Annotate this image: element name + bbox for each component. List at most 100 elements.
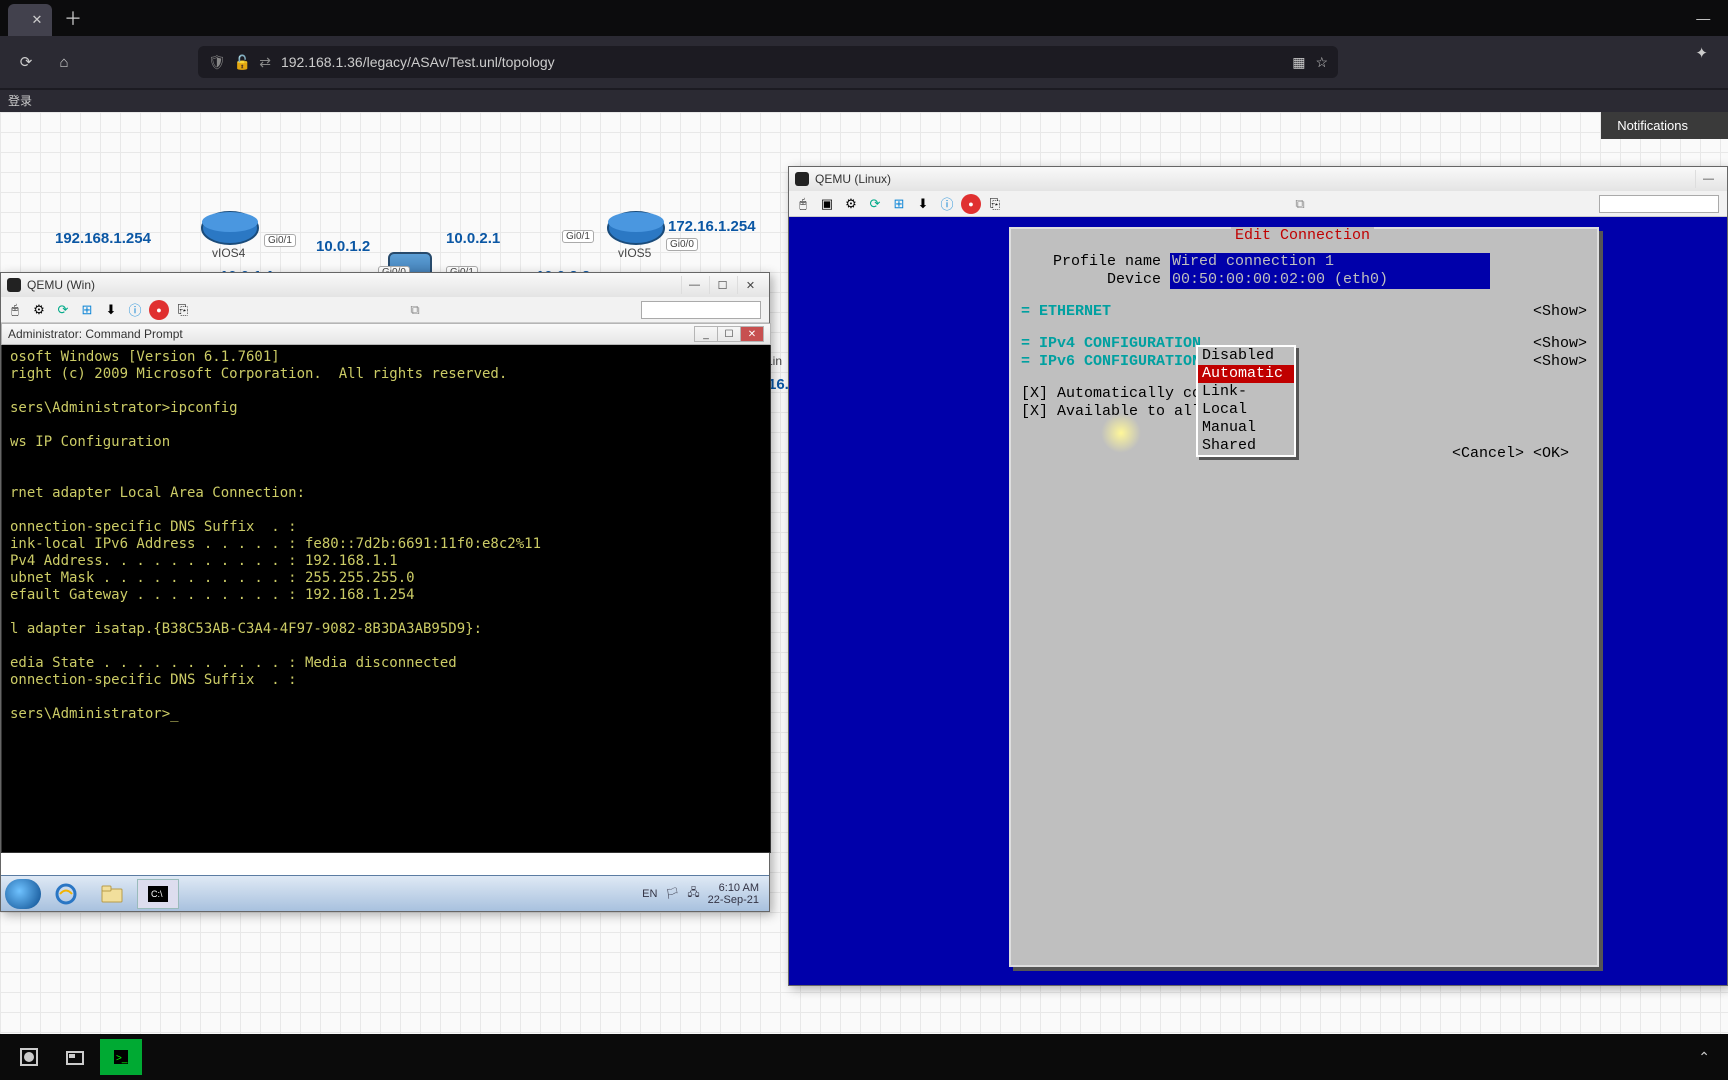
tray-date: 22-Sep-21	[708, 894, 759, 906]
explorer-icon[interactable]	[91, 879, 133, 909]
stop-icon[interactable]: ●	[149, 300, 169, 320]
lang-indicator[interactable]: EN	[642, 888, 657, 900]
topology-canvas[interactable]: Notifications 192.168.1.254 10.0.1.2 10.…	[0, 112, 1728, 1034]
show-toggle[interactable]: <Show>	[1533, 335, 1587, 353]
mouse-icon[interactable]: 🖰	[793, 194, 813, 214]
browser-tab[interactable]: ✕	[8, 4, 52, 36]
cmd-output[interactable]: osoft Windows [Version 6.1.7601] right (…	[1, 345, 771, 853]
qemu-linux-titlebar[interactable]: QEMU (Linux) —	[789, 167, 1727, 191]
door-icon[interactable]: ⎘	[985, 194, 1005, 214]
bookmark-star-icon[interactable]: ☆	[1315, 54, 1328, 71]
device-label: Device	[1021, 271, 1161, 289]
info-icon[interactable]: ⓘ	[125, 300, 145, 320]
settings-icon[interactable]: ⚙	[841, 194, 861, 214]
toolbar-search-input[interactable]	[641, 301, 761, 319]
bookmark-item[interactable]: 登录	[8, 94, 32, 108]
settings-icon[interactable]: ⚙	[29, 300, 49, 320]
cmd-maximize-button[interactable]: ☐	[717, 326, 741, 342]
close-button[interactable]: ✕	[737, 276, 763, 294]
os-taskbar[interactable]: >_ ⌃	[0, 1034, 1728, 1080]
maximize-button[interactable]: ☐	[709, 276, 735, 294]
router-node[interactable]	[200, 208, 260, 248]
device-input[interactable]: 00:50:00:00:02:00 (eth0)	[1170, 271, 1490, 289]
linux-terminal[interactable]: Edit Connection Profile name Wired conne…	[789, 217, 1727, 985]
ipv6-section[interactable]: = IPv6 CONFIGURATION	[1021, 353, 1201, 370]
dropdown-option-disabled[interactable]: Disabled	[1198, 347, 1294, 365]
door-icon[interactable]: ⎘	[173, 300, 193, 320]
qemu-linux-window[interactable]: QEMU (Linux) — 🖰 ▣ ⚙ ⟳ ⊞ ⬇ ⓘ ● ⎘ ⧉ Edit …	[788, 166, 1728, 986]
dropdown-option-linklocal[interactable]: Link-Local	[1198, 383, 1294, 419]
ok-button[interactable]: <OK>	[1533, 445, 1569, 462]
gear-icon[interactable]: 🖰	[5, 300, 25, 320]
tray-flag-icon[interactable]: 🏳	[665, 887, 679, 900]
windows-icon[interactable]: ⊞	[77, 300, 97, 320]
toggle-icon: ⇄	[259, 54, 271, 71]
download-icon[interactable]: ⬇	[101, 300, 121, 320]
qemu-win-titlebar[interactable]: QEMU (Win) — ☐ ✕	[1, 273, 769, 297]
qemu-linux-toolbar: 🖰 ▣ ⚙ ⟳ ⊞ ⬇ ⓘ ● ⎘ ⧉	[789, 191, 1727, 217]
profile-name-input[interactable]: Wired connection 1	[1170, 253, 1490, 271]
home-icon[interactable]: ⌂	[50, 48, 78, 76]
dropdown-option-shared[interactable]: Shared	[1198, 437, 1294, 455]
node-label: vIOS5	[618, 246, 651, 260]
browser-address-bar: ⟳ ⌂ 🛡 🔓 ⇄ 192.168.1.36/legacy/ASAv/Test.…	[0, 36, 1728, 88]
cmd-titlebar[interactable]: Administrator: Command Prompt _ ☐ ✕	[1, 323, 771, 345]
dropdown-option-automatic[interactable]: Automatic	[1198, 365, 1294, 383]
windows-taskbar[interactable]: C:\ EN 🏳 🖧 6:10 AM 22-Sep-21	[1, 875, 769, 911]
restore-icon[interactable]: ⧉	[1295, 196, 1308, 212]
cmd-window[interactable]: Administrator: Command Prompt _ ☐ ✕ osof…	[1, 323, 771, 853]
svg-text:C:\: C:\	[151, 889, 163, 899]
fit-icon[interactable]: ▣	[817, 194, 837, 214]
os-app-2[interactable]	[54, 1039, 96, 1075]
windows-icon[interactable]: ⊞	[889, 194, 909, 214]
ip-label: 16.	[768, 376, 789, 393]
cmd-minimize-button[interactable]: _	[694, 326, 718, 342]
iface-label: Gi0/1	[264, 234, 296, 247]
notifications-button[interactable]: Notifications	[1601, 112, 1728, 139]
minimize-button[interactable]: —	[681, 276, 707, 294]
ethernet-section[interactable]: = ETHERNET	[1021, 303, 1111, 320]
dropdown-option-manual[interactable]: Manual	[1198, 419, 1294, 437]
restore-icon[interactable]: ⧉	[410, 302, 423, 318]
qemu-toolbar: 🖰 ⚙ ⟳ ⊞ ⬇ ⓘ ● ⎘ ⧉	[1, 297, 769, 323]
show-toggle[interactable]: <Show>	[1533, 303, 1587, 321]
reload-icon[interactable]: ⟳	[12, 48, 40, 76]
cmd-title: Administrator: Command Prompt	[8, 327, 183, 341]
browser-tab-bar: ✕ ＋ —	[0, 0, 1728, 36]
ipv4-section[interactable]: = IPv4 CONFIGURATION	[1021, 335, 1201, 352]
ip-label: 10.0.1.2	[316, 238, 370, 255]
info-icon[interactable]: ⓘ	[937, 194, 957, 214]
cancel-button[interactable]: <Cancel>	[1452, 445, 1524, 462]
ipv4-mode-dropdown[interactable]: Disabled Automatic Link-Local Manual Sha…	[1196, 345, 1296, 457]
expand-arrow-icon[interactable]: ⌃	[1698, 1049, 1720, 1066]
refresh-icon[interactable]: ⟳	[865, 194, 885, 214]
download-icon[interactable]: ⬇	[913, 194, 933, 214]
start-button[interactable]	[5, 879, 41, 909]
tab-close-icon[interactable]: ✕	[30, 13, 44, 27]
extension-icon[interactable]: ✦	[1695, 44, 1708, 62]
toolbar-search-input[interactable]	[1599, 195, 1719, 213]
qemu-icon	[7, 278, 21, 292]
refresh-icon[interactable]: ⟳	[53, 300, 73, 320]
ip-label: 172.16.1.254	[668, 218, 756, 235]
qemu-win-window[interactable]: QEMU (Win) — ☐ ✕ 🖰 ⚙ ⟳ ⊞ ⬇ ⓘ ● ⎘ ⧉ Admin…	[0, 272, 770, 912]
url-input[interactable]: 🛡 🔓 ⇄ 192.168.1.36/legacy/ASAv/Test.unl/…	[198, 46, 1338, 78]
os-app-3-active[interactable]: >_	[100, 1039, 142, 1075]
tray-network-icon[interactable]: 🖧	[687, 884, 699, 903]
system-clock[interactable]: 6:10 AM 22-Sep-21	[708, 882, 759, 906]
new-tab-button[interactable]: ＋	[64, 5, 82, 31]
minimize-button[interactable]: —	[1695, 170, 1721, 188]
auto-connect-checkbox[interactable]: [X] Automatically co	[1021, 385, 1587, 403]
os-app-1[interactable]	[8, 1039, 50, 1075]
show-toggle[interactable]: <Show>	[1533, 353, 1587, 371]
qr-icon[interactable]: ▦	[1292, 54, 1305, 71]
cmd-taskbar-item[interactable]: C:\	[137, 879, 179, 909]
nmtui-dialog[interactable]: Edit Connection Profile name Wired conne…	[1009, 227, 1599, 967]
cmd-close-button[interactable]: ✕	[740, 326, 764, 342]
svg-text:>_: >_	[116, 1053, 128, 1064]
stop-icon[interactable]: ●	[961, 194, 981, 214]
bookmarks-bar: 登录	[0, 90, 1728, 112]
iface-label: Gi0/1	[562, 230, 594, 243]
ie-icon[interactable]	[45, 879, 87, 909]
router-node[interactable]	[606, 208, 666, 248]
